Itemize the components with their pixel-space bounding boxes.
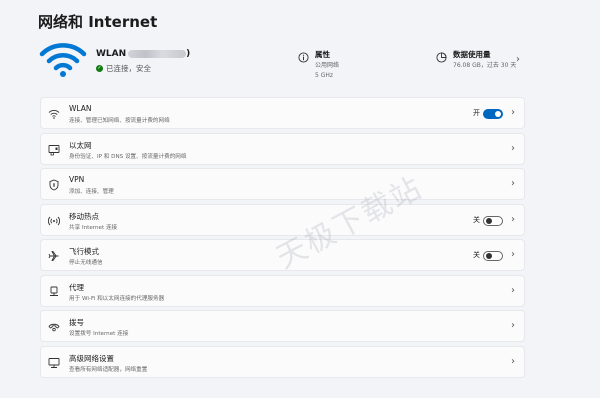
data-usage-title: 数据使用量 xyxy=(453,50,491,59)
item-title: WLAN xyxy=(69,104,92,113)
ethernet-icon xyxy=(48,144,60,156)
settings-list: WLAN 连接、管理已知网络、按流量计费的网络 开 › 以太网 身份验证、IP … xyxy=(40,97,525,381)
airplane-icon xyxy=(48,250,60,262)
item-title: 高级网络设置 xyxy=(69,353,114,363)
chevron-right-icon: › xyxy=(511,355,515,367)
properties-network: 公用网络 xyxy=(315,62,340,69)
wifi-icon xyxy=(38,42,88,78)
settings-item-dialup[interactable]: 拨号 设置拨号 Internet 连接 › xyxy=(40,310,525,342)
hotspot-icon xyxy=(48,215,60,227)
shield-icon xyxy=(48,179,60,191)
settings-item-wlan[interactable]: WLAN 连接、管理已知网络、按流量计费的网络 开 › xyxy=(40,97,525,129)
check-icon: ✓ xyxy=(96,65,103,72)
properties-band: 5 GHz xyxy=(315,72,334,79)
wlan-toggle[interactable] xyxy=(483,109,503,119)
item-title: 拨号 xyxy=(69,318,84,327)
item-title: 飞行模式 xyxy=(69,247,99,256)
info-icon xyxy=(298,52,309,63)
proxy-icon xyxy=(48,286,60,298)
item-description: 添加、连接、管理 xyxy=(69,189,114,195)
connection-name: WLAN) xyxy=(96,49,191,59)
item-title: VPN xyxy=(69,175,85,184)
item-description: 身份验证、IP 和 DNS 设置、按流量计费的网络 xyxy=(69,153,187,160)
monitor-network-icon xyxy=(48,357,60,369)
toggle-state-label: 关 xyxy=(473,251,480,259)
settings-item-hotspot[interactable]: 移动热点 共享 Internet 连接 关 › xyxy=(40,203,525,236)
airplane-mode-toggle[interactable] xyxy=(483,251,503,261)
settings-item-vpn[interactable]: VPN 添加、连接、管理 › xyxy=(40,168,525,200)
blurred-ssid xyxy=(128,49,187,58)
item-description: 连接、管理已知网络、按流量计费的网络 xyxy=(69,118,170,124)
dialup-icon xyxy=(48,321,60,333)
toggle-state-label: 开 xyxy=(473,109,480,117)
hotspot-toggle[interactable] xyxy=(483,215,503,226)
item-description: 共享 Internet 连接 xyxy=(69,224,118,231)
properties-title: 属性 xyxy=(315,50,330,59)
settings-item-advanced-network[interactable]: 高级网络设置 查看所有网络适配器，网络重置 › xyxy=(40,345,525,378)
settings-item-ethernet[interactable]: 以太网 身份验证、IP 和 DNS 设置、按流量计费的网络 › xyxy=(40,132,525,165)
chevron-right-icon: › xyxy=(516,54,520,65)
properties-button[interactable]: 属性 公用网络 5 GHz xyxy=(298,49,339,80)
connection-ssid: WLAN xyxy=(96,49,127,59)
settings-page: 网络和 Internet WLAN) ✓ 已连接，安全 属性 公用网络 5 GH… xyxy=(0,0,600,398)
chevron-right-icon: › xyxy=(511,213,515,225)
chevron-right-icon: › xyxy=(511,320,515,331)
item-title: 代理 xyxy=(69,282,84,292)
settings-item-airplane-mode[interactable]: 飞行模式 停止无线通信 关 › xyxy=(40,239,525,271)
data-usage-button[interactable]: 数据使用量 76.08 GB，过去 30 天 xyxy=(436,49,516,70)
connection-status-text: 已连接，安全 xyxy=(106,64,151,73)
connection-status: ✓ 已连接，安全 xyxy=(96,63,151,74)
chevron-right-icon: › xyxy=(511,178,515,189)
item-description: 设置拨号 Internet 连接 xyxy=(69,331,129,337)
chevron-right-icon: › xyxy=(511,107,515,118)
chevron-right-icon: › xyxy=(511,284,515,296)
data-usage-amount: 76.08 GB，过去 30 天 xyxy=(453,62,517,69)
toggle-state-label: 关 xyxy=(473,215,480,224)
settings-item-proxy[interactable]: 代理 用于 Wi-Fi 和以太网连接的代理服务器 › xyxy=(40,274,525,307)
chevron-right-icon: › xyxy=(511,249,515,260)
item-description: 用于 Wi-Fi 和以太网连接的代理服务器 xyxy=(69,295,165,302)
page-title: 网络和 Internet xyxy=(38,13,158,31)
item-title: 移动热点 xyxy=(69,211,99,221)
item-description: 停止无线通信 xyxy=(69,260,103,266)
item-description: 查看所有网络适配器，网络重置 xyxy=(69,366,148,373)
wifi-icon xyxy=(48,108,60,120)
item-title: 以太网 xyxy=(69,140,92,150)
chevron-right-icon: › xyxy=(511,142,515,154)
pie-chart-icon xyxy=(436,52,447,63)
